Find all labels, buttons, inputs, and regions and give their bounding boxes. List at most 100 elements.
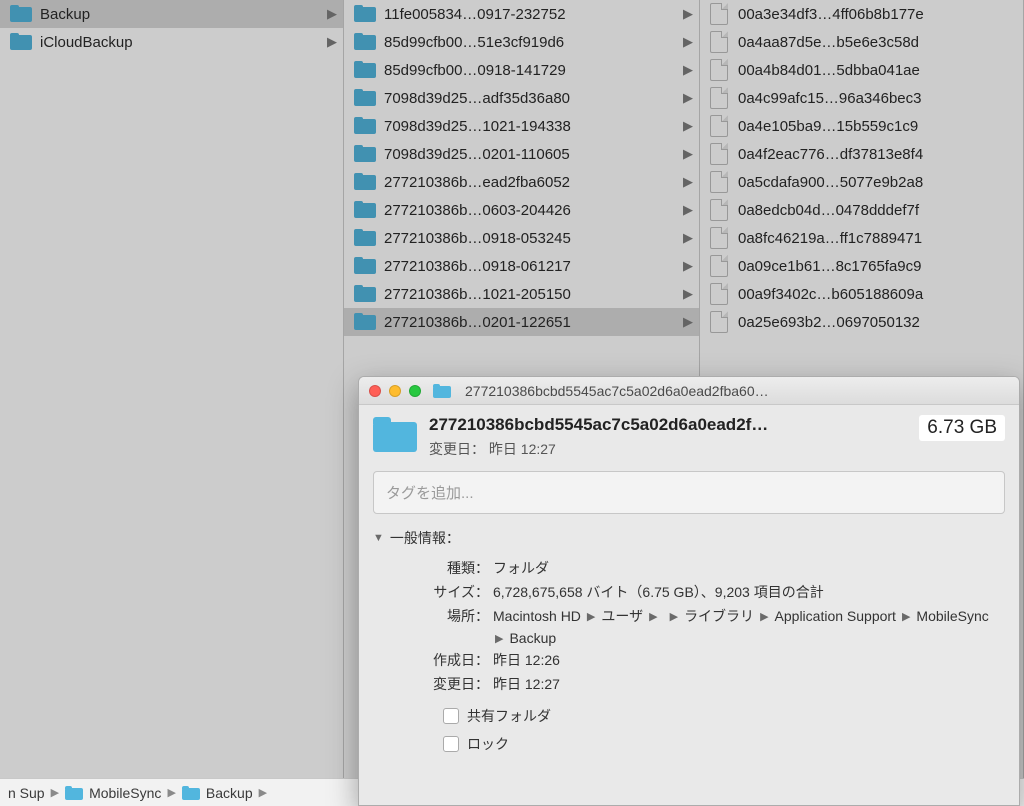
file-row[interactable]: 0a4aa87d5e…b5e6e3c58d <box>700 28 1023 56</box>
item-name: 85d99cfb00…0918-141729 <box>384 62 679 79</box>
tags-field[interactable]: タグを追加... <box>373 471 1005 514</box>
path-part: Macintosh HD <box>493 608 581 624</box>
file-row[interactable]: 00a3e34df3…4ff06b8b177e <box>700 0 1023 28</box>
folder-row[interactable]: 277210386b…1021-205150▶ <box>344 280 699 308</box>
file-icon <box>710 227 728 249</box>
chevron-right-icon: ▶ <box>683 146 693 162</box>
value: フォルダ <box>493 558 1005 578</box>
locked-checkbox-row[interactable]: ロック <box>443 730 1005 758</box>
folder-icon <box>354 285 376 303</box>
path-part: Backup <box>509 630 556 646</box>
folder-icon <box>354 201 376 219</box>
chevron-right-icon: ▶ <box>259 786 267 799</box>
file-row[interactable]: 00a4b84d01…5dbba041ae <box>700 56 1023 84</box>
file-icon <box>710 31 728 53</box>
path-label: MobileSync <box>89 785 161 801</box>
folder-row[interactable]: 277210386b…0603-204426▶ <box>344 196 699 224</box>
path-part: Application Support <box>775 608 896 624</box>
chevron-right-icon: ▶ <box>683 286 693 302</box>
checkbox[interactable] <box>443 736 459 752</box>
value: Macintosh HD▶ユーザ▶▶ライブラリ▶Application Supp… <box>493 606 1005 646</box>
section-header[interactable]: ▼ 一般情報： <box>373 528 1005 548</box>
disclosure-triangle-icon[interactable]: ▼ <box>373 532 384 544</box>
item-name: 0a09ce1b61…8c1765fa9c9 <box>738 258 1017 275</box>
chevron-right-icon: ▶ <box>683 314 693 330</box>
item-name: 0a4c99afc15…96a346bec3 <box>738 90 1017 107</box>
file-row[interactable]: 0a4e105ba9…15b559c1c9 <box>700 112 1023 140</box>
label: 場所： <box>373 606 493 646</box>
folder-icon <box>65 786 83 800</box>
folder-icon <box>354 257 376 275</box>
folder-icon <box>373 417 417 453</box>
file-row[interactable]: 0a25e693b2…0697050132 <box>700 308 1023 336</box>
folder-row[interactable]: Backup▶ <box>0 0 343 28</box>
item-name: 7098d39d25…1021-194338 <box>384 118 679 135</box>
item-name: 11fe005834…0917-232752 <box>384 6 679 23</box>
value: 6,728,675,658 バイト（6.75 GB）、9,203 項目の合計 <box>493 582 1005 602</box>
modified-summary: 変更日： 昨日 12:27 <box>429 439 907 459</box>
file-row[interactable]: 0a5cdafa900…5077e9b2a8 <box>700 168 1023 196</box>
folder-row[interactable]: 7098d39d25…adf35d36a80▶ <box>344 84 699 112</box>
folder-row[interactable]: 277210386b…0918-061217▶ <box>344 252 699 280</box>
zoom-button[interactable] <box>409 385 421 397</box>
get-info-window: 277210386bcbd5545ac7c5a02d6a0ead2fba60… … <box>358 376 1020 806</box>
item-name: 00a3e34df3…4ff06b8b177e <box>738 6 1017 23</box>
item-name: 85d99cfb00…51e3cf919d6 <box>384 34 679 51</box>
item-name: 0a4f2eac776…df37813e8f4 <box>738 146 1017 163</box>
item-name: 0a4aa87d5e…b5e6e3c58d <box>738 34 1017 51</box>
info-header: 277210386bcbd5545ac7c5a02d6a0ead2f… 変更日：… <box>359 405 1019 465</box>
folder-row[interactable]: 277210386b…0918-053245▶ <box>344 224 699 252</box>
file-row[interactable]: 0a8edcb04d…0478dddef7f <box>700 196 1023 224</box>
folder-icon <box>354 33 376 51</box>
chevron-right-icon: ▶ <box>495 632 503 645</box>
folder-row[interactable]: iCloudBackup▶ <box>0 28 343 56</box>
folder-icon <box>354 5 376 23</box>
chevron-right-icon: ▶ <box>327 34 337 50</box>
checkbox[interactable] <box>443 708 459 724</box>
file-icon <box>710 87 728 109</box>
file-icon <box>710 143 728 165</box>
item-name: 277210386b…ead2fba6052 <box>384 174 679 191</box>
path-part: MobileSync <box>916 608 988 624</box>
minimize-button[interactable] <box>389 385 401 397</box>
file-row[interactable]: 00a9f3402c…b605188609a <box>700 280 1023 308</box>
shared-folder-checkbox-row[interactable]: 共有フォルダ <box>443 702 1005 730</box>
chevron-right-icon: ▶ <box>649 610 657 623</box>
folder-icon <box>10 5 32 23</box>
item-name: 277210386b…0918-061217 <box>384 258 679 275</box>
chevron-right-icon: ▶ <box>683 90 693 106</box>
folder-row[interactable]: 7098d39d25…1021-194338▶ <box>344 112 699 140</box>
folder-row[interactable]: 85d99cfb00…0918-141729▶ <box>344 56 699 84</box>
path-segment[interactable]: Backup <box>182 785 253 801</box>
close-button[interactable] <box>369 385 381 397</box>
folder-row[interactable]: 7098d39d25…0201-110605▶ <box>344 140 699 168</box>
modified-row: 変更日： 昨日 12:27 <box>373 672 1005 696</box>
file-row[interactable]: 0a4c99afc15…96a346bec3 <box>700 84 1023 112</box>
section-title: 一般情報： <box>390 528 460 548</box>
where-row: 場所： Macintosh HD▶ユーザ▶▶ライブラリ▶Application … <box>373 604 1005 648</box>
folder-row[interactable]: 277210386b…ead2fba6052▶ <box>344 168 699 196</box>
titlebar[interactable]: 277210386bcbd5545ac7c5a02d6a0ead2fba60… <box>359 377 1019 405</box>
path-segment[interactable]: n Sup <box>8 785 45 801</box>
created-row: 作成日： 昨日 12:26 <box>373 648 1005 672</box>
item-name: 0a5cdafa900…5077e9b2a8 <box>738 174 1017 191</box>
label: 変更日： <box>373 674 493 694</box>
size-badge: 6.73 GB <box>919 415 1005 441</box>
file-icon <box>710 283 728 305</box>
folder-row[interactable]: 277210386b…0201-122651▶ <box>344 308 699 336</box>
chevron-right-icon: ▶ <box>683 118 693 134</box>
chevron-right-icon: ▶ <box>683 174 693 190</box>
file-icon <box>710 3 728 25</box>
label: 種類： <box>373 558 493 578</box>
kind-row: 種類： フォルダ <box>373 556 1005 580</box>
file-row[interactable]: 0a8fc46219a…ff1c7889471 <box>700 224 1023 252</box>
folder-row[interactable]: 11fe005834…0917-232752▶ <box>344 0 699 28</box>
item-name: 277210386b…0201-122651 <box>384 314 679 331</box>
file-row[interactable]: 0a4f2eac776…df37813e8f4 <box>700 140 1023 168</box>
chevron-right-icon: ▶ <box>683 62 693 78</box>
path-segment[interactable]: MobileSync <box>65 785 161 801</box>
item-name: iCloudBackup <box>40 34 323 51</box>
folder-row[interactable]: 85d99cfb00…51e3cf919d6▶ <box>344 28 699 56</box>
item-name: 0a25e693b2…0697050132 <box>738 314 1017 331</box>
file-row[interactable]: 0a09ce1b61…8c1765fa9c9 <box>700 252 1023 280</box>
